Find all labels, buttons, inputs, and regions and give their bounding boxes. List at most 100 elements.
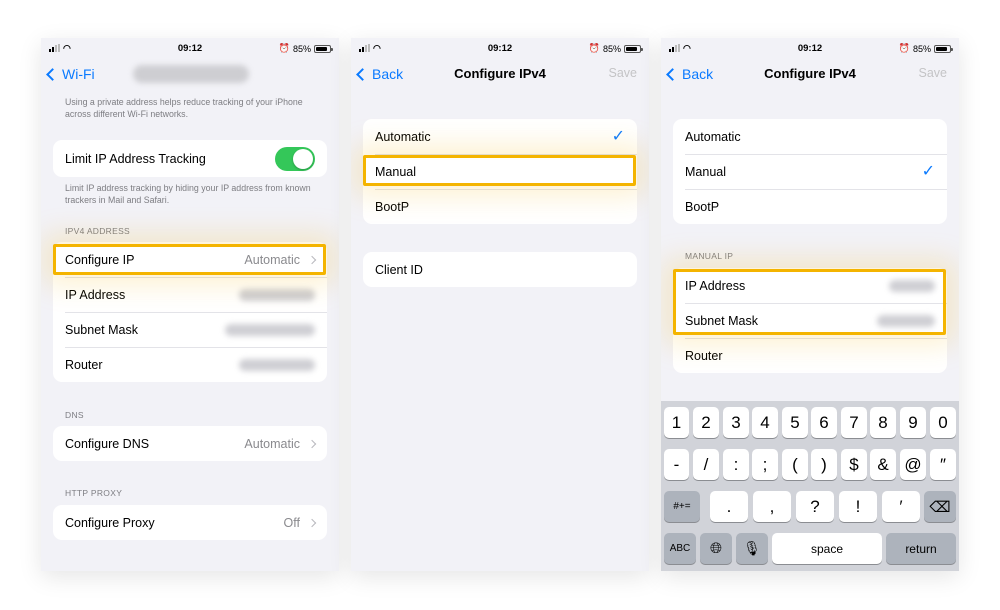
key-dollar[interactable]: $	[841, 449, 867, 480]
router-label: Router	[685, 348, 723, 363]
key-4[interactable]: 4	[752, 407, 778, 438]
delete-icon[interactable]: ⌫	[924, 491, 956, 522]
key-exclamation[interactable]: !	[839, 491, 877, 522]
key-prime[interactable]: ′	[882, 491, 920, 522]
configure-proxy-value: Off	[283, 515, 300, 530]
dns-section-header: DNS	[65, 410, 84, 420]
page-title: Configure IPv4	[764, 66, 856, 81]
limit-tracking-toggle[interactable]	[275, 146, 315, 171]
key-1[interactable]: 1	[664, 407, 689, 438]
key-7[interactable]: 7	[841, 407, 867, 438]
checkmark-icon: ✓	[611, 127, 625, 145]
ipv4-section-header: IPV4 ADDRESS	[65, 226, 131, 236]
router-label: Router	[65, 357, 103, 372]
key-0[interactable]: 0	[930, 407, 956, 438]
configure-ip-row[interactable]: Configure IP Automatic	[53, 242, 327, 277]
key-at[interactable]: @	[900, 449, 926, 480]
chevron-right-icon	[307, 439, 317, 448]
key-3[interactable]: 3	[723, 407, 749, 438]
key-comma[interactable]: ,	[753, 491, 791, 522]
alarm-icon: ⏰	[278, 43, 290, 53]
key-space[interactable]: space	[772, 533, 882, 564]
option-bootp[interactable]: BootP	[673, 189, 947, 224]
battery-icon	[624, 44, 643, 53]
limit-tracking-group: Limit IP Address Tracking	[53, 140, 327, 177]
key-slash[interactable]: /	[693, 449, 719, 480]
subnet-mask-label: Subnet Mask	[685, 313, 758, 328]
option-label: Manual	[375, 164, 416, 179]
router-row[interactable]: Router	[673, 338, 947, 373]
configure-proxy-label: Configure Proxy	[65, 515, 155, 530]
key-5[interactable]: 5	[782, 407, 808, 438]
option-manual[interactable]: Manual ✓	[673, 154, 947, 189]
configure-dns-row[interactable]: Configure DNS Automatic	[53, 426, 327, 461]
option-automatic[interactable]: Automatic	[673, 119, 947, 154]
keyboard-row-bottom: ABC 🌐︎ 🎙︎ space return	[661, 533, 959, 564]
key-open-paren[interactable]: (	[782, 449, 808, 480]
numeric-keyboard: 1 2 3 4 5 6 7 8 9 0 - / : ; ( ) $ & @ ″ …	[661, 401, 959, 571]
key-2[interactable]: 2	[693, 407, 719, 438]
limit-tracking-row: Limit IP Address Tracking	[53, 140, 327, 177]
ip-address-value-blurred	[239, 288, 315, 301]
key-8[interactable]: 8	[870, 407, 896, 438]
save-button[interactable]: Save	[919, 66, 948, 80]
microphone-icon[interactable]: 🎙︎	[736, 533, 768, 564]
key-9[interactable]: 9	[900, 407, 926, 438]
key-minus[interactable]: -	[664, 449, 689, 480]
key-double-prime[interactable]: ″	[930, 449, 956, 480]
option-label: BootP	[685, 199, 720, 214]
limit-tracking-label: Limit IP Address Tracking	[65, 151, 206, 166]
subnet-mask-row[interactable]: Subnet Mask	[673, 303, 947, 338]
key-return[interactable]: return	[886, 533, 956, 564]
keyboard-row-punct: #+= . , ? ! ′ ⌫	[661, 491, 959, 522]
configure-proxy-row[interactable]: Configure Proxy Off	[53, 505, 327, 540]
option-bootp[interactable]: BootP	[363, 189, 637, 224]
client-id-label: Client ID	[375, 262, 423, 277]
nav-bar: Back Configure IPv4 Save	[661, 60, 959, 90]
alarm-icon: ⏰	[898, 43, 910, 53]
method-options-group: Automatic ✓ Manual BootP	[363, 119, 637, 224]
ip-address-row[interactable]: IP Address	[673, 268, 947, 303]
key-question[interactable]: ?	[796, 491, 834, 522]
private-address-note: Using a private address helps reduce tra…	[65, 97, 303, 119]
back-button[interactable]: Wi-Fi	[46, 66, 95, 82]
ip-address-label: IP Address	[685, 278, 746, 293]
option-manual[interactable]: Manual	[363, 154, 637, 189]
option-automatic[interactable]: Automatic ✓	[363, 119, 637, 154]
proxy-group: Configure Proxy Off	[53, 505, 327, 540]
configure-ip-value: Automatic	[244, 252, 300, 267]
alarm-icon: ⏰	[588, 43, 600, 53]
keyboard-row-symbols: - / : ; ( ) $ & @ ″	[661, 449, 959, 480]
subnet-mask-label: Subnet Mask	[65, 322, 138, 337]
client-id-row[interactable]: Client ID	[363, 252, 637, 287]
key-more-symbols[interactable]: #+=	[664, 491, 700, 522]
method-options-group: Automatic Manual ✓ BootP	[673, 119, 947, 224]
save-button[interactable]: Save	[609, 66, 638, 80]
key-abc[interactable]: ABC	[664, 533, 696, 564]
configure-dns-value: Automatic	[244, 436, 300, 451]
configure-ip-label: Configure IP	[65, 252, 135, 267]
manual-ip-section-header: MANUAL IP	[685, 251, 734, 261]
keyboard-row-digits: 1 2 3 4 5 6 7 8 9 0	[661, 407, 959, 438]
page-title: Configure IPv4	[454, 66, 546, 81]
key-semicolon[interactable]: ;	[752, 449, 778, 480]
dns-group: Configure DNS Automatic	[53, 426, 327, 461]
router-row: Router	[53, 347, 327, 382]
ip-address-value-blurred	[889, 279, 935, 292]
proxy-section-header: HTTP PROXY	[65, 488, 123, 498]
key-close-paren[interactable]: )	[811, 449, 837, 480]
key-colon[interactable]: :	[723, 449, 749, 480]
phone-screen-wifi-settings: ◠ 09:12 ⏰ 85% Wi-Fi Using a private addre…	[41, 38, 339, 571]
globe-icon[interactable]: 🌐︎	[700, 533, 732, 564]
phone-screen-configure-ipv4: ◠ 09:12 ⏰ 85% Back Configure IPv4 Save Au…	[351, 38, 649, 571]
key-ampersand[interactable]: &	[870, 449, 896, 480]
status-bar: ◠ 09:12 ⏰ 85%	[661, 38, 959, 60]
key-period[interactable]: .	[710, 491, 748, 522]
manual-ip-group: IP Address Subnet Mask Router	[673, 268, 947, 373]
ipv4-group: Configure IP Automatic IP Address Subnet…	[53, 242, 327, 382]
nav-bar: Wi-Fi	[41, 60, 339, 90]
key-6[interactable]: 6	[811, 407, 837, 438]
battery-percent: 85%	[912, 43, 931, 54]
status-bar: ◠ 09:12 ⏰ 85%	[41, 38, 339, 60]
option-label: Manual	[685, 164, 726, 179]
